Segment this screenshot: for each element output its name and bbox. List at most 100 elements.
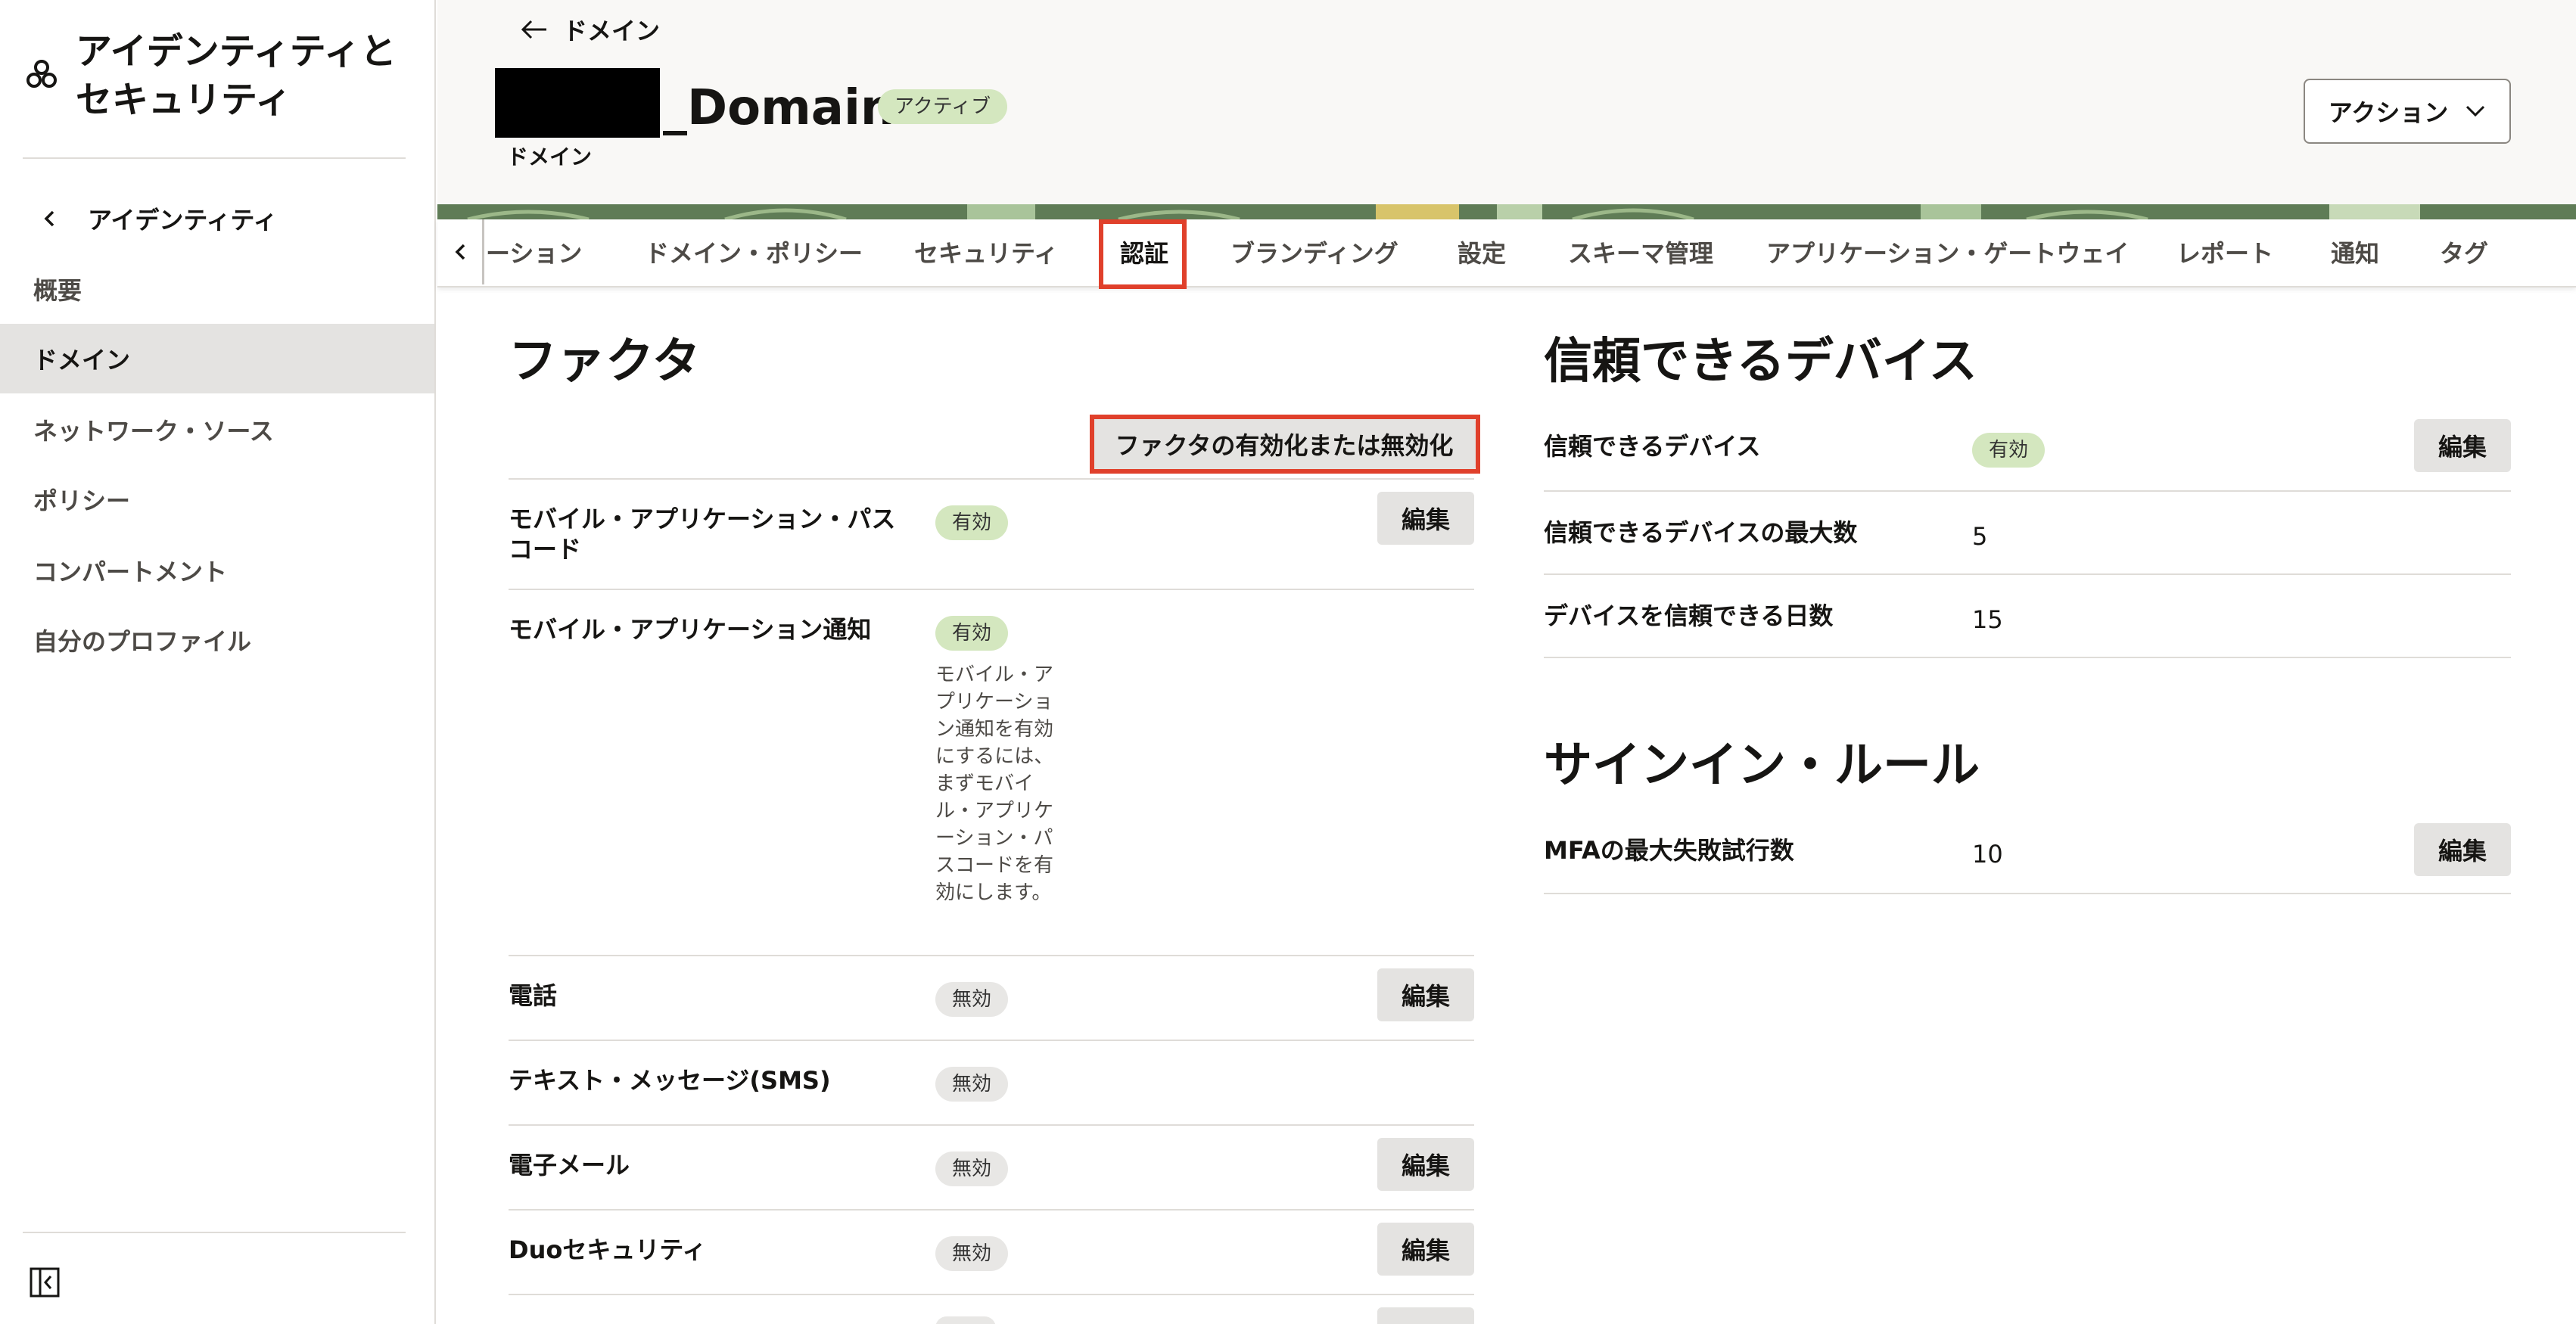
factor-status-badge: 無効 xyxy=(935,1152,1009,1186)
button-label: 編集 xyxy=(1401,505,1450,534)
tab-label: スキーマ管理 xyxy=(1568,239,1714,268)
actions-label: アクション xyxy=(2328,98,2449,127)
sidebar-item-policies[interactable]: ポリシー xyxy=(0,465,434,534)
tab-label: 設定 xyxy=(1458,239,1507,268)
row-divider xyxy=(1544,573,2511,575)
sidebar-item-label: ネットワーク・ソース xyxy=(33,417,274,446)
tab-scroll-left-button[interactable] xyxy=(437,219,484,284)
row-divider xyxy=(509,955,1474,956)
setting-value: 5 xyxy=(1972,522,1988,551)
edit-trusted-devices-button[interactable]: 編集 xyxy=(2414,419,2511,472)
trusted-devices-title: 信頼できるデバイス xyxy=(1544,334,1977,390)
sidebar-item-label: ポリシー xyxy=(33,486,131,515)
sidebar-back-label: アイデンティティ xyxy=(88,206,278,235)
sidebar: アイデンティティと セキュリティ アイデンティティ 概要 ドメイン ネットワーク… xyxy=(0,0,436,1324)
edit-next-factor-button[interactable] xyxy=(1377,1307,1474,1324)
tab-label: セキュリティ xyxy=(914,239,1059,268)
factor-name: 電子メール xyxy=(509,1151,630,1179)
actions-button[interactable]: アクション xyxy=(2304,79,2511,144)
row-divider xyxy=(509,1209,1474,1211)
row-divider xyxy=(1544,490,2511,492)
button-label: 編集 xyxy=(2438,837,2487,866)
factor-note: モバイル・アプリケーション通知を有効にするには、まずモバイル・アプリケーション・… xyxy=(935,664,1054,904)
tab-label: レポート xyxy=(2176,239,2274,268)
header-banner xyxy=(437,204,2576,219)
banner-pattern xyxy=(437,204,2576,219)
factor-status-badge-partial xyxy=(935,1316,996,1324)
factor-name: モバイル・アプリケーション・パス コード xyxy=(509,505,896,564)
sidebar-back-link[interactable]: アイデンティティ xyxy=(39,201,278,236)
factor-status-badge: 無効 xyxy=(935,1236,1009,1271)
factor-status-badge: 有効 xyxy=(935,616,1009,651)
breadcrumb-domains[interactable]: ドメイン xyxy=(521,12,660,47)
tab-branding[interactable]: ブランディング xyxy=(1230,219,1398,284)
tab-tags[interactable]: タグ xyxy=(2440,219,2488,284)
factor-name: Duoセキュリティ xyxy=(509,1235,707,1264)
setting-label: MFAの最大失敗試行数 xyxy=(1544,836,1794,865)
button-label: 編集 xyxy=(1401,982,1450,1011)
edit-email-button[interactable]: 編集 xyxy=(1377,1138,1474,1191)
identity-logo-icon xyxy=(26,60,57,88)
sidebar-item-domains[interactable]: ドメイン xyxy=(0,324,434,393)
button-label: 編集 xyxy=(1401,1152,1450,1180)
tab-domain-policies[interactable]: ドメイン・ポリシー xyxy=(645,219,863,284)
row-divider xyxy=(1544,893,2511,894)
button-label: 編集 xyxy=(2438,433,2487,462)
signin-rules-title: サインイン・ルール xyxy=(1544,738,1980,794)
row-divider xyxy=(509,589,1474,590)
sidebar-item-label: コンパートメント xyxy=(33,558,228,586)
trusted-devices-status-badge: 有効 xyxy=(1972,433,2046,468)
factor-name: モバイル・アプリケーション通知 xyxy=(509,615,872,644)
factor-status-badge: 有効 xyxy=(935,505,1009,540)
page-header: ドメイン _Domain アクティブ ドメイン アクション xyxy=(437,0,2576,204)
highlight-authentication-tab xyxy=(1099,219,1187,289)
tab-schema-management[interactable]: スキーマ管理 xyxy=(1568,219,1713,284)
edit-duo-button[interactable]: 編集 xyxy=(1377,1223,1474,1276)
chevron-left-icon xyxy=(455,244,465,260)
tab-reports[interactable]: レポート xyxy=(2176,219,2273,284)
page-subtitle: ドメイン xyxy=(507,145,593,169)
breadcrumb-label: ドメイン xyxy=(563,17,661,45)
tab-federation[interactable]: ーション xyxy=(486,219,582,284)
row-divider xyxy=(509,1040,1474,1041)
tab-label: タグ xyxy=(2440,239,2489,268)
tab-notifications[interactable]: 通知 xyxy=(2331,219,2379,284)
collapse-sidebar-icon[interactable] xyxy=(29,1267,61,1298)
factors-title: ファクタ xyxy=(509,334,701,390)
tab-label: ドメイン・ポリシー xyxy=(645,239,863,268)
sidebar-item-label: 自分のプロファイル xyxy=(33,627,252,656)
chevron-down-icon xyxy=(2466,105,2485,117)
sidebar-divider xyxy=(23,1232,406,1233)
setting-value: 15 xyxy=(1972,605,2003,634)
sidebar-header: アイデンティティと セキュリティ xyxy=(24,27,418,124)
tab-settings[interactable]: 設定 xyxy=(1458,219,1506,284)
edit-phone-button[interactable]: 編集 xyxy=(1377,968,1474,1021)
row-divider xyxy=(509,478,1474,480)
factor-name: テキスト・メッセージ(SMS) xyxy=(509,1066,831,1095)
sidebar-item-overview[interactable]: 概要 xyxy=(0,254,434,324)
sidebar-item-my-profile[interactable]: 自分のプロファイル xyxy=(0,605,434,675)
factor-status-badge: 無効 xyxy=(935,1067,1009,1102)
sidebar-item-label: 概要 xyxy=(33,276,82,305)
factor-name: 電話 xyxy=(509,981,558,1010)
setting-label: 信頼できるデバイスの最大数 xyxy=(1544,518,1858,547)
setting-label: 信頼できるデバイス xyxy=(1544,432,1761,461)
status-badge: アクティブ xyxy=(878,89,1008,124)
sidebar-divider xyxy=(23,157,406,159)
button-label: 編集 xyxy=(1401,1236,1450,1265)
setting-label: デバイスを信頼できる日数 xyxy=(1544,601,1834,630)
setting-value: 10 xyxy=(1972,840,2003,869)
sidebar-item-network-sources[interactable]: ネットワーク・ソース xyxy=(0,395,434,465)
edit-mobile-passcode-button[interactable]: 編集 xyxy=(1377,492,1474,545)
sidebar-item-label: ドメイン xyxy=(33,346,131,375)
sidebar-title: アイデンティティと セキュリティ xyxy=(76,30,397,121)
tab-label: 通知 xyxy=(2331,239,2380,268)
tab-security[interactable]: セキュリティ xyxy=(914,219,1058,284)
chevron-left-icon xyxy=(44,210,54,227)
row-divider xyxy=(509,1124,1474,1126)
redacted-domain-prefix xyxy=(495,68,660,138)
sidebar-item-compartments[interactable]: コンパートメント xyxy=(0,536,434,605)
edit-signin-rules-button[interactable]: 編集 xyxy=(2414,823,2511,876)
tab-label: アプリケーション・ゲートウェイ xyxy=(1766,239,2130,268)
tab-app-gateways[interactable]: アプリケーション・ゲートウェイ xyxy=(1766,219,2129,284)
